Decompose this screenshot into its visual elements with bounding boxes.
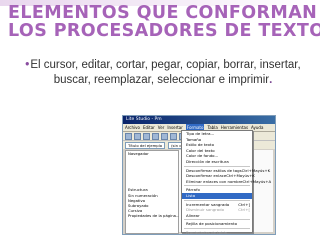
bullet-period: . (269, 73, 273, 86)
format-menu-item-shortcut: Ctrl+[ (238, 207, 250, 213)
menu-separator (184, 219, 250, 221)
format-menu-item-label: Eliminar enlaces con nombre (186, 178, 243, 184)
print-icon[interactable] (152, 132, 159, 140)
format-menu-item[interactable]: Rejilla de posicionamiento (182, 221, 252, 227)
format-menu-item[interactable]: Dirección de escritura (182, 159, 252, 165)
format-menu-item-label: Alinear (186, 212, 200, 218)
slide-title-line-2: LOS PROCESADORES DE TEXTO (8, 21, 320, 41)
window-title: Lite Studio - Pm (123, 116, 275, 124)
format-menu-item-shortcut: Ctrl+Mayús+A (242, 178, 272, 184)
menu-separator (184, 165, 250, 167)
format-menu-dropdown: Tipo de letra... Tamaño Estilo de texto Col… (181, 130, 271, 235)
side-panel-item[interactable]: Propiedades de la página... (126, 213, 180, 218)
format-menu-item[interactable]: Propiedades de tabla... (182, 229, 252, 235)
format-menu-item-label: Dirección de escritura (186, 158, 229, 164)
menu-separator (184, 227, 250, 229)
menu-item[interactable]: Ver (158, 124, 165, 131)
menu-item[interactable]: Editar (143, 124, 155, 131)
menu-item[interactable]: Archivo (125, 124, 140, 131)
word-processor-screenshot: Lite Studio - Pm Archivo Editar Ver Inserta… (122, 115, 276, 235)
menu-separator (184, 185, 250, 187)
format-menu-item-label: Rejilla de posicionamiento (186, 221, 238, 227)
side-panel: Navegador Estructura Sin numeración Nega… (125, 150, 180, 234)
bullet-icon: • (25, 59, 30, 71)
format-menu-item-label: Lista (186, 192, 196, 198)
slide-title-line-1: ELEMENTOS QUE CONFORMAN (8, 3, 318, 23)
format-menu-item[interactable]: Eliminar enlaces con nombre Ctrl+Mayús+A (182, 178, 271, 185)
format-menu-item-label: Propiedades de tabla... (186, 229, 231, 235)
cut-icon[interactable] (161, 132, 168, 140)
open-icon[interactable] (134, 132, 141, 140)
slide-bullet-paragraph: •El cursor, editar, cortar, pegar, copia… (10, 58, 316, 87)
style-combo[interactable]: Título del ejemplo (125, 141, 166, 149)
slide-title: ELEMENTOS QUE CONFORMAN LOS PROCESADORES… (8, 3, 320, 41)
menu-separator (184, 199, 250, 201)
bullet-text: El cursor, editar, cortar, pegar, copiar… (30, 59, 301, 86)
format-menu-item[interactable]: Alinear (182, 213, 252, 219)
new-icon[interactable] (125, 132, 132, 140)
format-menu-item[interactable]: Lista (182, 192, 252, 199)
save-icon[interactable] (143, 132, 150, 140)
copy-icon[interactable] (170, 132, 177, 140)
